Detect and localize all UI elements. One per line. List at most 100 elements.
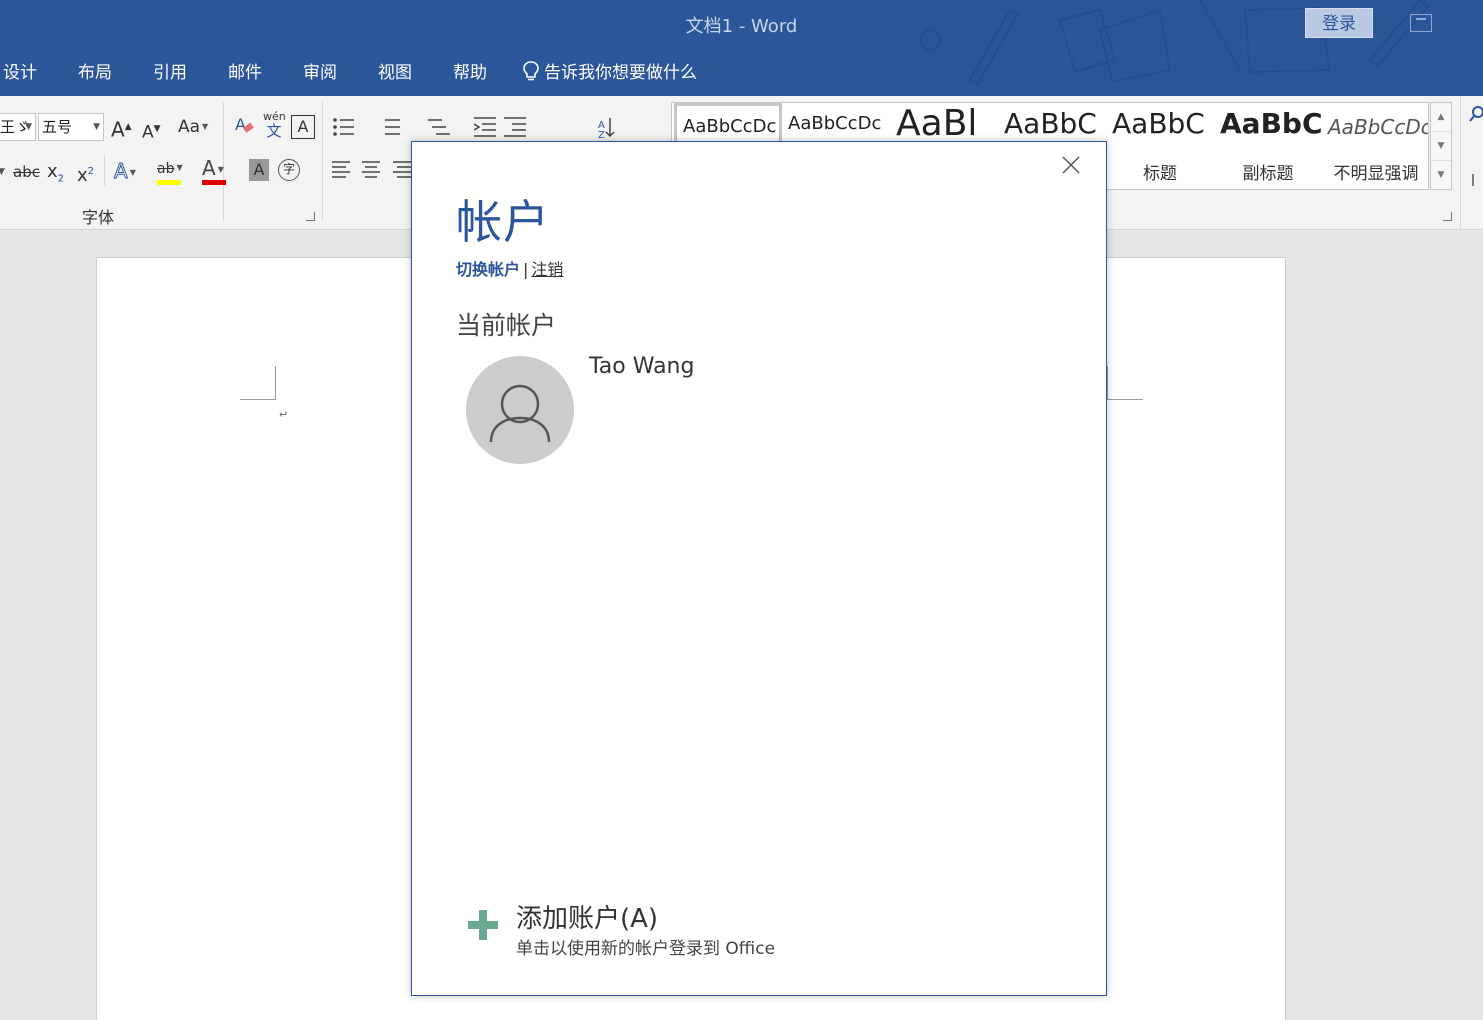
superscript-mark: 2 [87,166,95,177]
person-icon [489,384,551,443]
style-name: 副标题 [1242,164,1294,184]
account-dialog: 帐户 切换帐户 | 注销 当前帐户 Tao Wang 添加账户(A) 单击以使用新的… [411,141,1107,996]
svg-text:A: A [235,115,246,134]
tell-me-search[interactable]: 告诉我你想要做什么 [522,58,697,83]
avatar [466,356,574,464]
tab-view[interactable]: 视图 [378,58,412,83]
character-shading-icon: A [253,160,265,179]
font-color-bar [202,180,226,185]
subscript-icon: x [47,161,58,182]
current-account-heading: 当前帐户 [456,311,557,340]
sign-in-button[interactable]: 登录 [1305,8,1373,38]
lightbulb-icon [523,61,539,81]
style-preview: AaBbCcDc [683,116,777,137]
style-item-title[interactable]: AaBbC 标题 [1106,103,1214,189]
find-icon[interactable] [1461,96,1483,186]
tab-layout[interactable]: 布局 [78,58,112,83]
margin-corner-mark [240,366,276,400]
tab-help[interactable]: 帮助 [453,58,487,83]
switch-account-link[interactable]: 切换帐户 [456,260,520,279]
tab-design[interactable]: 设计 [3,58,37,83]
style-preview: AaBbCcDc [788,113,882,134]
text-effects-icon: A [114,159,129,184]
subscript-mark: 2 [57,173,65,185]
tab-mailings[interactable]: 邮件 [228,58,262,83]
shrink-font-icon: A [142,122,154,143]
window-title: 文档1 - Word [685,16,798,37]
style-name: 不明显强调 [1333,164,1419,184]
font-size-box[interactable]: 五号 ▼ [38,113,104,141]
add-account-title: 添加账户(A) [516,904,659,934]
highlighter-icon: ab [157,161,175,177]
account-links: 切换帐户 | 注销 [456,256,563,280]
highlight-color-bar [157,180,181,185]
add-account-button[interactable]: 添加账户(A) 单击以使用新的帐户登录到 Office [468,894,808,964]
tab-references[interactable]: 引用 [153,58,187,83]
styles-dialog-launcher-icon[interactable] [1443,212,1452,221]
add-account-subtitle: 单击以使用新的帐户登录到 Office [516,939,776,959]
chevron-down-icon: ▼ [129,168,136,177]
tab-review[interactable]: 审阅 [303,58,337,83]
chevron-down-icon[interactable]: ▼ [0,158,5,186]
more-styles-icon[interactable]: ▼ [1431,161,1451,190]
user-name: Tao Wang [589,354,695,379]
phonetic-guide-button[interactable]: wén 文 [263,110,286,140]
subscript-button[interactable]: x2 [47,158,64,194]
superscript-icon: x [77,165,88,186]
text-effects-button[interactable]: A ▼ [114,157,136,187]
styles-scroller: ▲ ▼ ▼ [1430,102,1452,190]
font-color-button[interactable]: A ▼ [202,154,226,185]
style-preview: AaBbC [1112,107,1205,140]
chevron-down-icon: ▼ [202,122,209,131]
margin-corner-mark [1107,366,1143,400]
ribbon-display-options-icon[interactable] [1410,14,1432,32]
font-name-box[interactable]: 王ゞ ▼ [0,113,36,141]
editing-group [1460,96,1483,230]
strikethrough-icon: abc [13,163,40,181]
font-group-label: 字体 [82,208,115,227]
enclose-characters-button[interactable]: 字 [278,159,300,181]
superscript-button[interactable]: x2 [77,158,94,190]
link-separator: | [523,260,529,279]
tell-me-label: 告诉我你想要做什么 [544,63,697,83]
divider [104,156,105,186]
character-shading-button[interactable]: A [249,159,269,181]
scroll-down-icon[interactable]: ▼ [1431,132,1451,161]
dialog-title: 帐户 [456,195,550,249]
font-color-icon: A [202,156,216,180]
svg-text:Z: Z [598,130,605,141]
character-border-button[interactable]: A [291,115,315,139]
chevron-down-icon: ▼ [93,122,100,132]
style-preview: AaBbCcDc [1328,115,1429,139]
grow-font-button[interactable]: A▲ [111,113,132,144]
change-case-icon: Aa [178,117,201,137]
close-icon[interactable] [1058,152,1084,178]
style-item-subtle-emphasis[interactable]: AaBbCcDc 不明显强调 [1322,103,1429,189]
clear-formatting-button[interactable]: A [234,113,256,146]
title-bar: 文档1 - Word 登录 设计 布局 引用 邮件 审阅 视图 帮助 告诉我你想… [0,0,1483,96]
chevron-down-icon: ▼ [176,163,183,172]
divider [322,102,323,220]
phonetic-bottom: 文 [266,122,282,140]
style-preview: AaBbC [1220,107,1322,140]
shrink-font-button[interactable]: A▼ [142,115,161,147]
style-preview: AaBl [896,103,978,144]
style-item-subtitle[interactable]: AaBbC 副标题 [1214,103,1322,189]
grow-font-icon: A [111,117,125,142]
font-size-value: 五号 [42,118,73,136]
enclose-characters-icon: 字 [282,162,295,176]
style-preview: AaBbC [1004,107,1097,140]
sign-out-link[interactable]: 注销 [531,260,563,279]
font-dialog-launcher-icon[interactable] [306,212,315,221]
character-border-icon: A [297,117,309,136]
change-case-button[interactable]: Aa ▼ [178,113,208,141]
chevron-down-icon: ▼ [217,165,224,174]
scroll-up-icon[interactable]: ▲ [1431,103,1451,132]
paragraph-mark-icon: ↵ [279,408,289,421]
strikethrough-button[interactable]: abc [13,158,40,186]
highlight-button[interactable]: ab ▼ [157,154,183,185]
style-name: 标题 [1143,164,1177,184]
plus-icon [468,910,498,940]
eraser-icon: A [235,115,254,134]
chevron-down-icon: ▼ [25,122,32,132]
